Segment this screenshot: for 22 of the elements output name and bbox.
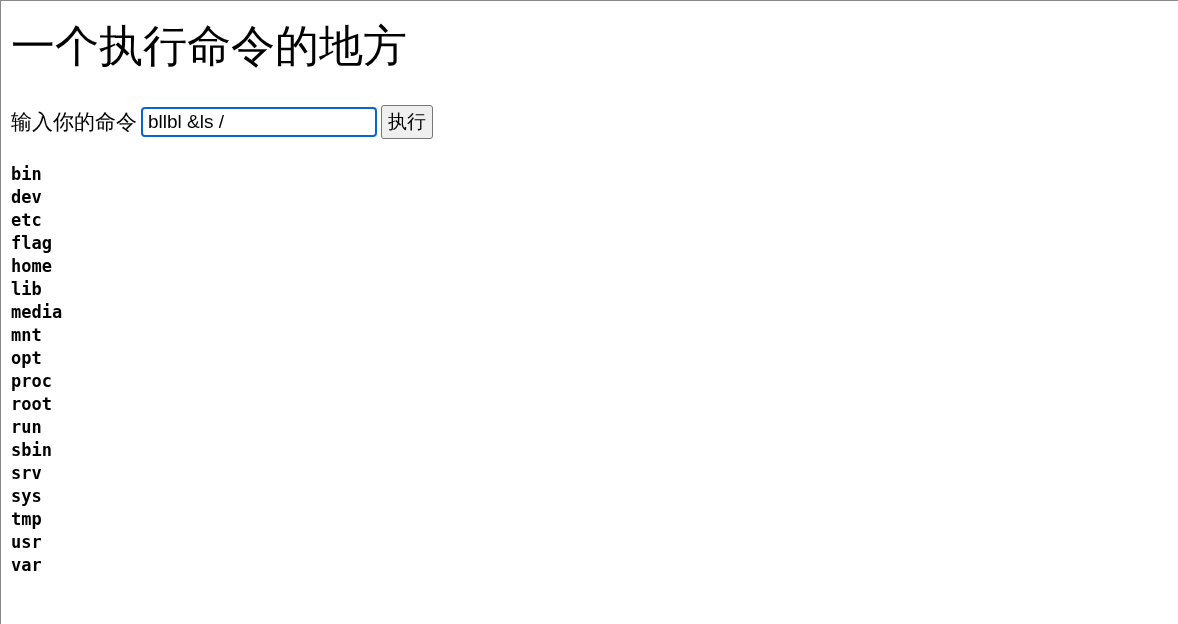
page-heading: 一个执行命令的地方 [11,21,408,73]
directory-name: run [11,416,42,439]
execute-button[interactable]: 执行 [381,105,433,139]
directory-name: tmp [11,508,42,531]
directory-name: mnt [11,324,42,347]
command-label: 输入你的命令 [11,109,137,136]
directory-name: dev [11,186,42,209]
directory-name: etc [11,209,42,232]
directory-name: root [11,393,52,416]
command-input[interactable]: bllbl &ls / [141,107,377,137]
directory-name: media [11,301,63,324]
directory-name: lib [11,278,42,301]
directory-name: flag [11,232,52,255]
directory-name: usr [11,531,42,554]
directory-name: home [11,255,52,278]
directory-name: proc [11,370,52,393]
directory-name: srv [11,462,42,485]
directory-name: sys [11,485,42,508]
directory-name: opt [11,347,42,370]
directory-name: var [11,554,42,577]
directory-name: sbin [11,439,52,462]
directory-name: bin [11,163,42,186]
